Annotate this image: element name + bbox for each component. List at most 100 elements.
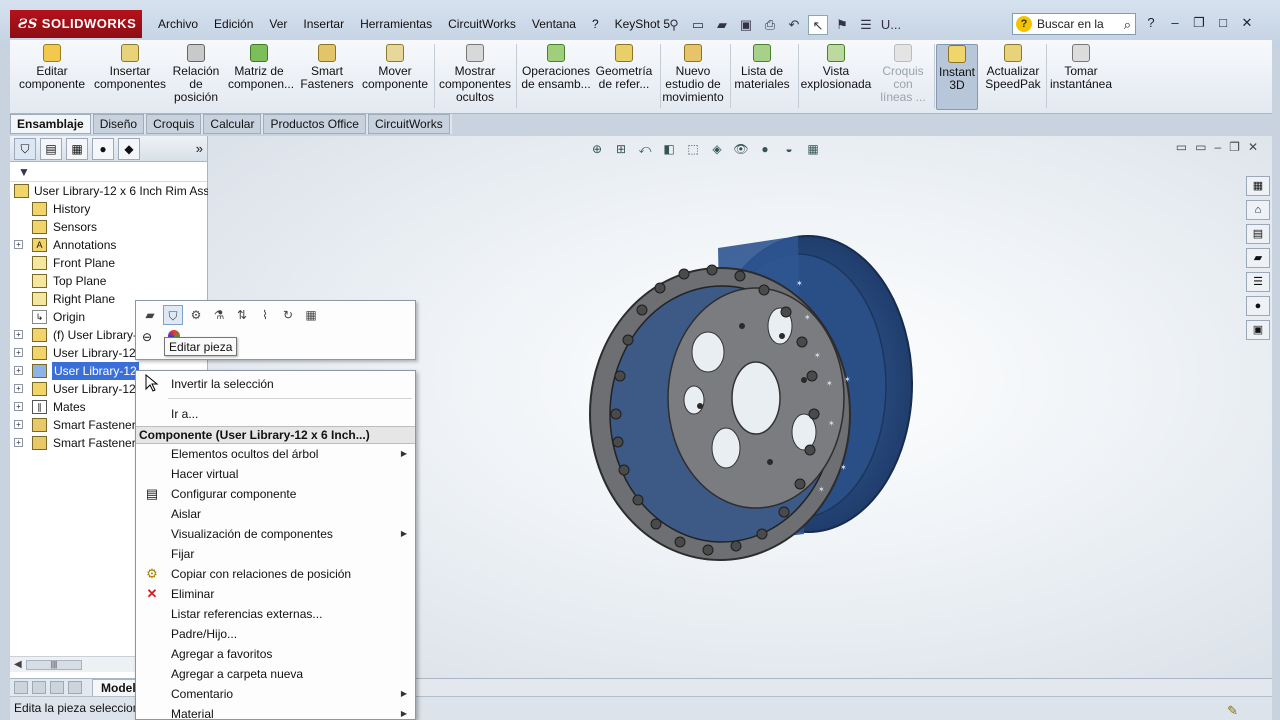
undo-icon[interactable]: ↶ bbox=[784, 15, 804, 35]
open-folder-icon[interactable]: ▰ bbox=[712, 15, 732, 35]
menu-circuitworks[interactable]: CircuitWorks bbox=[440, 14, 524, 36]
save-icon[interactable]: ▣ bbox=[736, 15, 756, 35]
menu-item-make-virtual[interactable]: Hacer virtual bbox=[136, 464, 415, 484]
menu-item-hidden-tree-items[interactable]: Elementos ocultos del árbol ▶ bbox=[136, 444, 415, 464]
scroll-left-icon[interactable]: ◀ bbox=[14, 659, 22, 670]
tab-productos-office[interactable]: Productos Office bbox=[263, 114, 366, 134]
home-icon[interactable]: ⌂ bbox=[1246, 200, 1270, 220]
tree-item-history[interactable]: History bbox=[10, 200, 208, 218]
restore-icon[interactable]: ❐ bbox=[1190, 13, 1208, 33]
pin-icon[interactable]: ⚲ bbox=[664, 15, 684, 35]
menu-archivo[interactable]: Archivo bbox=[150, 14, 206, 36]
menu-item-add-to-favorites[interactable]: Agregar a favoritos bbox=[136, 644, 415, 664]
expand-panel-icon[interactable]: » bbox=[196, 141, 203, 156]
open-part-icon[interactable]: ▰ bbox=[140, 305, 160, 325]
expand-icon[interactable]: + bbox=[14, 240, 23, 249]
mate-button[interactable]: Relación de posición bbox=[168, 44, 224, 104]
new-motion-study-button[interactable]: Nuevo estudio de movimiento bbox=[662, 44, 724, 104]
exploded-view-button[interactable]: Vista explosionada bbox=[800, 44, 872, 91]
take-snapshot-button[interactable]: Tomar instantánea bbox=[1048, 44, 1114, 91]
resources-icon[interactable]: ▦ bbox=[1246, 176, 1270, 196]
menu-item-material[interactable]: Material ▶ bbox=[136, 704, 415, 719]
search-icon[interactable]: ⌕ bbox=[1124, 15, 1131, 35]
zoom-to-selection-icon[interactable]: ⊖ bbox=[142, 330, 152, 344]
bom-button[interactable]: Lista de materiales bbox=[732, 44, 792, 91]
menu-item-list-external-refs[interactable]: Listar referencias externas... bbox=[136, 604, 415, 624]
tree-item-sensors[interactable]: Sensors bbox=[10, 218, 208, 236]
move-component-button[interactable]: Mover componente bbox=[360, 44, 430, 91]
insert-components-button[interactable]: Insertar componentes bbox=[94, 44, 166, 91]
new-document-icon[interactable]: ▭ bbox=[688, 15, 708, 35]
update-speedpak-button[interactable]: Actualizar SpeedPak bbox=[982, 44, 1044, 91]
menu-edicion[interactable]: Edición bbox=[206, 14, 261, 36]
help-icon[interactable]: ? bbox=[1142, 13, 1160, 33]
scroll-thumb[interactable]: ||| bbox=[26, 660, 82, 670]
explode-line-sketch-button[interactable]: Croquis con líneas ... bbox=[876, 44, 930, 104]
expand-icon[interactable]: + bbox=[14, 348, 23, 357]
appearances-icon[interactable]: ● bbox=[1246, 296, 1270, 316]
expand-icon[interactable]: + bbox=[14, 420, 23, 429]
tab-circuitworks[interactable]: CircuitWorks bbox=[367, 114, 450, 134]
expand-icon[interactable]: + bbox=[14, 366, 23, 375]
menu-item-comment[interactable]: Comentario ▶ bbox=[136, 684, 415, 704]
select-arrow-icon[interactable]: ↖ bbox=[808, 15, 828, 35]
next-tab-icon[interactable] bbox=[50, 681, 64, 694]
property-manager-tab-icon[interactable]: ▤ bbox=[40, 137, 62, 160]
display-manager-tab-icon[interactable]: ● bbox=[92, 137, 114, 160]
edit-part-icon[interactable]: ⛉ bbox=[163, 305, 183, 325]
configuration-manager-tab-icon[interactable]: ▦ bbox=[66, 137, 88, 160]
mate-ctx-icon[interactable]: ⌇ bbox=[255, 305, 275, 325]
maximize-icon[interactable]: □ bbox=[1214, 13, 1232, 33]
menu-ventana[interactable]: Ventana bbox=[524, 14, 584, 36]
menu-item-go-to[interactable]: Ir a... bbox=[136, 404, 415, 424]
menu-item-isolate[interactable]: Aislar bbox=[136, 504, 415, 524]
first-tab-icon[interactable] bbox=[14, 681, 28, 694]
menu-item-copy-with-mates[interactable]: ⚙ Copiar con relaciones de posición bbox=[136, 564, 415, 584]
tree-item-top-plane[interactable]: Top Plane bbox=[10, 272, 208, 290]
expand-icon[interactable]: + bbox=[14, 384, 23, 393]
user-label[interactable]: U... bbox=[880, 15, 902, 35]
tab-calcular[interactable]: Calcular bbox=[203, 114, 262, 134]
tree-root[interactable]: User Library-12 x 6 Inch Rim Asse bbox=[10, 182, 208, 200]
solidworks-logo[interactable]: ƧS SOLIDWORKS bbox=[10, 10, 142, 38]
expand-icon[interactable]: + bbox=[14, 438, 23, 447]
tree-item-annotations[interactable]: + A Annotations bbox=[10, 236, 208, 254]
expand-icon[interactable]: + bbox=[14, 330, 23, 339]
component-pattern-button[interactable]: Matriz de componen... bbox=[228, 44, 294, 91]
change-transparency-icon[interactable]: ⚗ bbox=[209, 305, 229, 325]
menu-item-configure-component[interactable]: ▤ Configurar componente bbox=[136, 484, 415, 504]
menu-ver[interactable]: Ver bbox=[261, 14, 295, 36]
menu-insertar[interactable]: Insertar bbox=[295, 14, 352, 36]
menu-item-parent-child[interactable]: Padre/Hijo... bbox=[136, 624, 415, 644]
minimize-icon[interactable]: – bbox=[1166, 13, 1184, 33]
feature-manager-tab-icon[interactable]: ⛉ bbox=[14, 137, 36, 160]
edit-component-button[interactable]: Editar componente bbox=[12, 44, 92, 91]
search-input[interactable]: ? Buscar en la ⌕ bbox=[1012, 13, 1136, 35]
smart-fasteners-button[interactable]: Smart Fasteners bbox=[296, 44, 358, 91]
expand-icon[interactable]: + bbox=[14, 402, 23, 411]
rotate-component-icon[interactable]: ↻ bbox=[278, 305, 298, 325]
quick-tips-icon[interactable]: ✎ bbox=[1227, 700, 1238, 720]
assembly-features-button[interactable]: Operaciones de ensamb... bbox=[520, 44, 592, 91]
move-component-ctx-icon[interactable]: ⇅ bbox=[232, 305, 252, 325]
view-palette-icon[interactable]: ☰ bbox=[1246, 272, 1270, 292]
show-hidden-components-button[interactable]: Mostrar componentes ocultos bbox=[438, 44, 512, 104]
instant3d-button[interactable]: Instant 3D bbox=[936, 44, 978, 110]
menu-item-invert-selection[interactable]: Invertir la selección bbox=[136, 374, 415, 394]
rebuild-icon[interactable]: ⚑ bbox=[832, 15, 852, 35]
menu-item-component-display[interactable]: Visualización de componentes ▶ bbox=[136, 524, 415, 544]
tab-ensamblaje[interactable]: Ensamblaje bbox=[10, 114, 91, 134]
dimxpert-tab-icon[interactable]: ◆ bbox=[118, 137, 140, 160]
menu-herramientas[interactable]: Herramientas bbox=[352, 14, 440, 36]
design-library-icon[interactable]: ▤ bbox=[1246, 224, 1270, 244]
print-icon[interactable]: ⎙ bbox=[760, 15, 780, 35]
tree-filter[interactable]: ▼ bbox=[10, 162, 207, 182]
menu-item-delete[interactable]: ✕ Eliminar bbox=[136, 584, 415, 604]
custom-properties-icon[interactable]: ▣ bbox=[1246, 320, 1270, 340]
last-tab-icon[interactable] bbox=[68, 681, 82, 694]
options-icon[interactable]: ☰ bbox=[856, 15, 876, 35]
menu-item-fix[interactable]: Fijar bbox=[136, 544, 415, 564]
tab-diseno[interactable]: Diseño bbox=[92, 114, 145, 134]
tab-croquis[interactable]: Croquis bbox=[146, 114, 202, 134]
menu-item-add-to-new-folder[interactable]: Agregar a carpeta nueva bbox=[136, 664, 415, 684]
